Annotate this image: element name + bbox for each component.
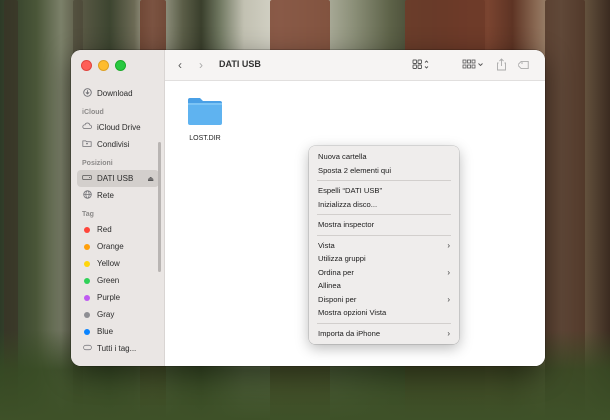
menu-separator — [317, 214, 451, 215]
sidebar-item-download[interactable]: Download — [77, 85, 159, 102]
menu-item[interactable]: Mostra inspector — [309, 218, 459, 232]
forward-chevron-icon[interactable]: › — [199, 59, 203, 71]
tag-color-dot-icon — [84, 277, 90, 284]
sidebar-item-label: Purple — [97, 293, 121, 302]
sidebar-item-tag-blue[interactable]: Blue — [77, 323, 159, 340]
sidebar-item-tag-green[interactable]: Green — [77, 272, 159, 289]
window-title: DATI USB — [219, 59, 261, 69]
menu-item-label: Nuova cartella — [318, 152, 367, 161]
sidebar-item-tag-red[interactable]: Red — [77, 221, 159, 238]
menu-item[interactable]: Mostra opzioni Vista — [309, 306, 459, 320]
tag-icon[interactable] — [516, 59, 530, 74]
menu-item-label: Utilizza gruppi — [318, 254, 366, 263]
sidebar-item-icloud-drive[interactable]: iCloud Drive — [77, 119, 159, 136]
submenu-chevron-icon: › — [447, 294, 450, 304]
sidebar-item-label: Download — [97, 89, 133, 98]
download-icon — [82, 87, 92, 100]
sidebar-item-label: Orange — [97, 242, 124, 251]
sidebar: Download iCloud iCloud Drive Condivisi P… — [71, 50, 165, 366]
sidebar-item-label: Red — [97, 225, 112, 234]
shared-folder-icon — [82, 139, 92, 150]
finder-window: Download iCloud iCloud Drive Condivisi P… — [71, 50, 545, 366]
sidebar-item-label: DATI USB — [97, 174, 134, 183]
sidebar-item-label: Tutti i tag... — [97, 344, 137, 353]
menu-item-label: Vista — [318, 240, 335, 250]
zoom-button[interactable] — [115, 60, 126, 71]
icon-view-icon[interactable] — [412, 59, 430, 73]
sidebar-item-all-tags[interactable]: Tutti i tag... — [77, 340, 159, 357]
sidebar-item-label: Condivisi — [97, 140, 130, 149]
sidebar-item-tag-gray[interactable]: Gray — [77, 306, 159, 323]
sidebar-section-icloud: iCloud — [82, 109, 104, 116]
group-view-icon[interactable] — [462, 59, 484, 73]
back-chevron-icon[interactable]: ‹ — [178, 59, 182, 71]
sidebar-item-label: iCloud Drive — [97, 123, 141, 132]
tag-color-dot-icon — [84, 226, 90, 233]
menu-separator — [317, 180, 451, 181]
menu-item[interactable]: Espelli “DATI USB” — [309, 184, 459, 198]
tag-color-dot-icon — [84, 328, 90, 335]
sidebar-item-rete[interactable]: Rete — [77, 187, 159, 204]
cloud-icon — [82, 122, 92, 133]
sidebar-list: Download iCloud iCloud Drive Condivisi P… — [71, 85, 165, 357]
sidebar-section-tag: Tag — [82, 211, 94, 218]
menu-item-label: Ordina per — [318, 267, 354, 277]
menu-item-label: Mostra opzioni Vista — [318, 308, 387, 317]
tree-trunk — [545, 0, 585, 420]
sidebar-section-posizioni: Posizioni — [82, 160, 113, 167]
menu-item-label: Inizializza disco... — [318, 199, 378, 209]
menu-item[interactable]: Nuova cartella — [309, 150, 459, 164]
menu-item-label: Importa da iPhone — [318, 328, 381, 338]
menu-item-label: Sposta 2 elementi qui — [318, 165, 392, 175]
drive-icon — [82, 174, 92, 184]
sidebar-item-tag-purple[interactable]: Purple — [77, 289, 159, 306]
sidebar-item-label: Yellow — [97, 259, 120, 268]
menu-item-label: Allinea — [318, 281, 341, 290]
sidebar-scrollbar[interactable] — [158, 142, 161, 272]
menu-item[interactable]: Sposta 2 elementi qui — [309, 164, 459, 178]
menu-item-label: Mostra inspector — [318, 220, 375, 229]
menu-item[interactable]: Vista › — [309, 239, 459, 253]
context-menu: Nuova cartella Sposta 2 elementi qui Espel… — [309, 146, 459, 344]
sidebar-item-label: Gray — [97, 310, 115, 319]
file-name: LOST.DIR — [189, 135, 221, 142]
tag-list: Red Orange Yellow Green Purple Gray Blue — [71, 221, 165, 340]
tree-trunk — [4, 0, 18, 420]
sidebar-item-tag-yellow[interactable]: Yellow — [77, 255, 159, 272]
sidebar-item-label: Blue — [97, 327, 114, 336]
menu-item[interactable]: Importa da iPhone › — [309, 327, 459, 341]
menu-item[interactable]: Allinea — [309, 279, 459, 293]
submenu-chevron-icon: › — [447, 267, 450, 277]
tag-color-dot-icon — [84, 243, 90, 250]
close-button[interactable] — [81, 60, 92, 71]
menu-separator — [317, 234, 451, 236]
tag-outline-icon — [82, 344, 92, 354]
sidebar-item-label: Green — [97, 276, 120, 285]
menu-separator — [317, 322, 451, 324]
window-controls — [81, 60, 126, 71]
share-icon[interactable] — [496, 58, 507, 74]
sidebar-item-tag-orange[interactable]: Orange — [77, 238, 159, 255]
network-icon — [82, 189, 92, 202]
menu-item[interactable]: Utilizza gruppi — [309, 252, 459, 266]
file-item[interactable]: LOST.DIR — [185, 95, 225, 142]
sidebar-item-dati-usb[interactable]: DATI USB ⏏ — [77, 170, 159, 187]
sidebar-item-condivisi[interactable]: Condivisi — [77, 136, 159, 153]
tag-color-dot-icon — [84, 260, 90, 267]
tag-color-dot-icon — [84, 294, 90, 301]
folder-icon — [186, 98, 224, 131]
menu-item[interactable]: Inizializza disco... — [309, 198, 459, 212]
menu-item-label: Disponi per — [318, 294, 357, 304]
menu-item[interactable]: Disponi per › — [309, 293, 459, 307]
sidebar-item-label: Rete — [97, 191, 114, 200]
eject-icon[interactable]: ⏏ — [147, 175, 154, 183]
minimize-button[interactable] — [98, 60, 109, 71]
submenu-chevron-icon: › — [447, 240, 450, 250]
menu-item[interactable]: Ordina per › — [309, 266, 459, 280]
menu-item-label: Espelli “DATI USB” — [318, 186, 382, 195]
submenu-chevron-icon: › — [447, 328, 450, 338]
tag-color-dot-icon — [84, 311, 90, 318]
toolbar: ‹ › DATI USB — [165, 50, 545, 81]
